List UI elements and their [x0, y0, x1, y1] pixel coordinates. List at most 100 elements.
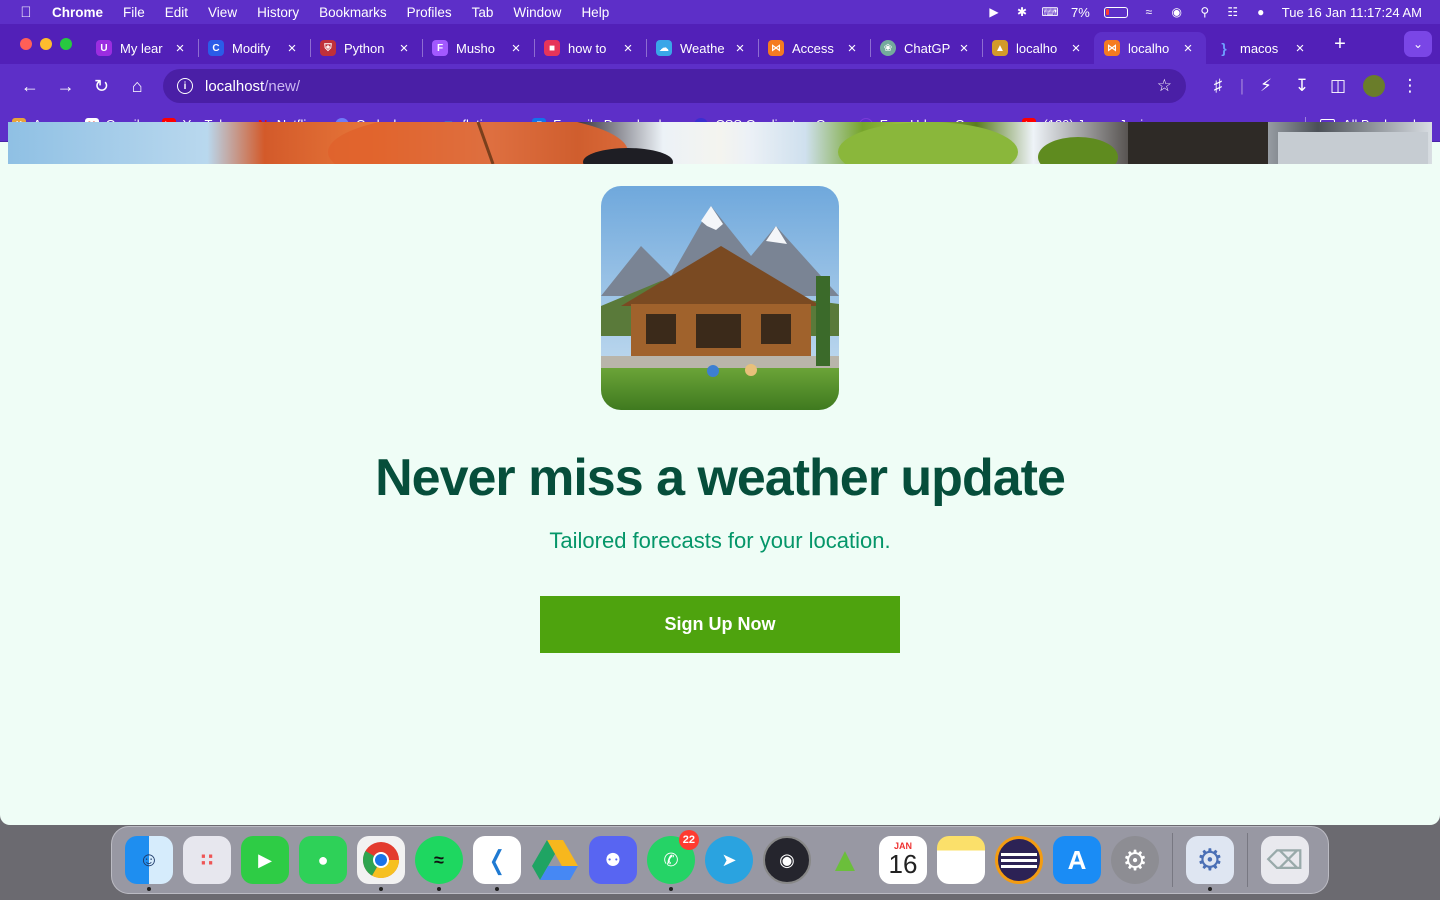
siri-icon[interactable]: ●: [1254, 5, 1268, 19]
clock[interactable]: Tue 16 Jan 11:17:24 AM: [1282, 5, 1422, 20]
cloud-icon: ☁: [656, 40, 672, 56]
close-tab-icon[interactable]: ×: [732, 40, 748, 57]
close-tab-icon[interactable]: ×: [620, 40, 636, 57]
obs-icon[interactable]: ◉: [763, 836, 811, 884]
tab-active[interactable]: ⋈ localho ×: [1094, 32, 1206, 64]
side-panel-icon[interactable]: ◫: [1320, 76, 1356, 96]
facetime-icon[interactable]: ▶: [241, 836, 289, 884]
tab-title: Weathe: [680, 40, 725, 56]
close-tab-icon[interactable]: ×: [1180, 40, 1196, 57]
launchpad-icon[interactable]: ∷: [183, 836, 231, 884]
close-tab-icon[interactable]: ×: [844, 40, 860, 57]
spotify-icon[interactable]: ≈: [415, 836, 463, 891]
tab[interactable]: C Modify ×: [198, 32, 310, 64]
tab[interactable]: } macos ×: [1206, 32, 1318, 64]
home-icon[interactable]: ⌂: [119, 70, 155, 102]
tab[interactable]: ▲ localho ×: [982, 32, 1094, 64]
tab-strip: U My lear × C Modify × ⛨ Python × F Musho × ■ how…: [0, 24, 1440, 64]
menu-profiles[interactable]: Profiles: [397, 5, 462, 20]
close-tab-icon[interactable]: ×: [1068, 40, 1084, 57]
more-menu-icon[interactable]: ⋮: [1392, 76, 1428, 96]
user-circle-icon[interactable]: ◉: [1170, 5, 1184, 19]
control-center-icon[interactable]: ☷: [1226, 5, 1240, 19]
minimize-window-button[interactable]: [40, 38, 52, 50]
bookmark-star-icon[interactable]: ☆: [1157, 76, 1172, 96]
tab-search-chevron-icon[interactable]: ⌄: [1404, 31, 1432, 57]
tab[interactable]: ❀ ChatGP ×: [870, 32, 982, 64]
toolbar-actions: ♯ | ⚡ ↧ ◫ ⋮: [1200, 75, 1428, 97]
tab[interactable]: ⛨ Python ×: [310, 32, 422, 64]
close-tab-icon[interactable]: ×: [956, 40, 972, 57]
play-circle-icon[interactable]: ▶: [987, 5, 1001, 19]
menu-bookmarks[interactable]: Bookmarks: [309, 5, 397, 20]
extensions-puzzle-icon[interactable]: ♯: [1200, 76, 1236, 96]
search-icon[interactable]: ⚲: [1198, 5, 1212, 19]
hero-subtitle: Tailored forecasts for your location.: [549, 528, 891, 553]
menu-help[interactable]: Help: [571, 5, 619, 20]
tab[interactable]: ☁ Weathe ×: [646, 32, 758, 64]
menu-file[interactable]: File: [113, 5, 155, 20]
window-controls: [20, 38, 72, 50]
bluetooth-icon[interactable]: ✱: [1015, 5, 1029, 19]
zoom-window-button[interactable]: [60, 38, 72, 50]
keyboard-icon[interactable]: ⌨: [1041, 5, 1058, 19]
extension-bolt-icon[interactable]: ⚡: [1248, 76, 1284, 96]
menu-tab[interactable]: Tab: [462, 5, 504, 20]
system-settings-icon[interactable]: ⚙: [1111, 836, 1159, 884]
discord-icon[interactable]: ⚉: [589, 836, 637, 884]
tab[interactable]: ⋈ Access ×: [758, 32, 870, 64]
preferences-gear-icon[interactable]: ⚙: [1186, 836, 1234, 891]
trash-icon[interactable]: ⌫: [1261, 836, 1309, 884]
android-studio-icon[interactable]: ▲: [821, 836, 869, 884]
close-tab-icon[interactable]: ×: [396, 40, 412, 57]
menu-history[interactable]: History: [247, 5, 309, 20]
wifi-icon[interactable]: ≈: [1142, 5, 1156, 19]
new-tab-button[interactable]: +: [1330, 33, 1350, 56]
vscode-icon[interactable]: ❬: [473, 836, 521, 891]
cube-icon: ■: [544, 40, 560, 56]
eclipse-icon[interactable]: [995, 836, 1043, 884]
calendar-icon[interactable]: JAN 16: [879, 836, 927, 884]
tab-title: localho: [1016, 40, 1058, 56]
web-page: Never miss a weather update Tailored for…: [8, 122, 1432, 801]
figma-icon: F: [432, 40, 448, 56]
address-bar[interactable]: i localhost/new/ ☆: [163, 69, 1186, 103]
openai-icon: ❀: [880, 40, 896, 56]
macos-dock: ☺ ∷ ▶ ● ≈ ❬ ⚉ ✆ 22 ➤ ◉ ▲ JAN 16 A ⚙ ⚙ ⌫: [111, 826, 1329, 894]
app-store-icon[interactable]: A: [1053, 836, 1101, 884]
battery-icon[interactable]: [1103, 6, 1128, 18]
google-drive-icon[interactable]: [531, 836, 579, 884]
whatsapp-icon[interactable]: ✆ 22: [647, 830, 699, 891]
sign-up-button[interactable]: Sign Up Now: [540, 596, 900, 653]
profile-avatar[interactable]: [1356, 75, 1392, 97]
apple-menu-icon[interactable]: : [0, 4, 52, 21]
tab[interactable]: U My lear ×: [86, 32, 198, 64]
close-tab-icon[interactable]: ×: [284, 40, 300, 57]
forward-arrow-icon[interactable]: →: [48, 70, 84, 102]
dock-divider: [1172, 833, 1173, 887]
back-arrow-icon[interactable]: ←: [12, 70, 48, 102]
u-icon: U: [96, 40, 112, 56]
tab[interactable]: F Musho ×: [422, 32, 534, 64]
close-window-button[interactable]: [20, 38, 32, 50]
close-tab-icon[interactable]: ×: [508, 40, 524, 57]
close-tab-icon[interactable]: ×: [1292, 40, 1308, 57]
finder-icon[interactable]: ☺: [125, 836, 173, 891]
shield-icon: ⛨: [320, 40, 336, 56]
notes-icon[interactable]: [937, 836, 985, 884]
download-icon[interactable]: ↧: [1284, 76, 1320, 96]
reload-icon[interactable]: ↻: [84, 70, 120, 102]
mountain-icon: ▲: [992, 40, 1008, 56]
messages-icon[interactable]: ●: [299, 836, 347, 884]
menu-edit[interactable]: Edit: [155, 5, 198, 20]
telegram-icon[interactable]: ➤: [705, 836, 753, 884]
menu-window[interactable]: Window: [503, 5, 571, 20]
close-tab-icon[interactable]: ×: [172, 40, 188, 57]
site-info-icon[interactable]: i: [177, 78, 193, 94]
chrome-icon[interactable]: [357, 836, 405, 891]
tab-title: localho: [1128, 40, 1170, 56]
tab[interactable]: ■ how to ×: [534, 32, 646, 64]
url-path: /new/: [264, 77, 301, 95]
menu-view[interactable]: View: [198, 5, 247, 20]
app-name-menu[interactable]: Chrome: [52, 5, 113, 20]
